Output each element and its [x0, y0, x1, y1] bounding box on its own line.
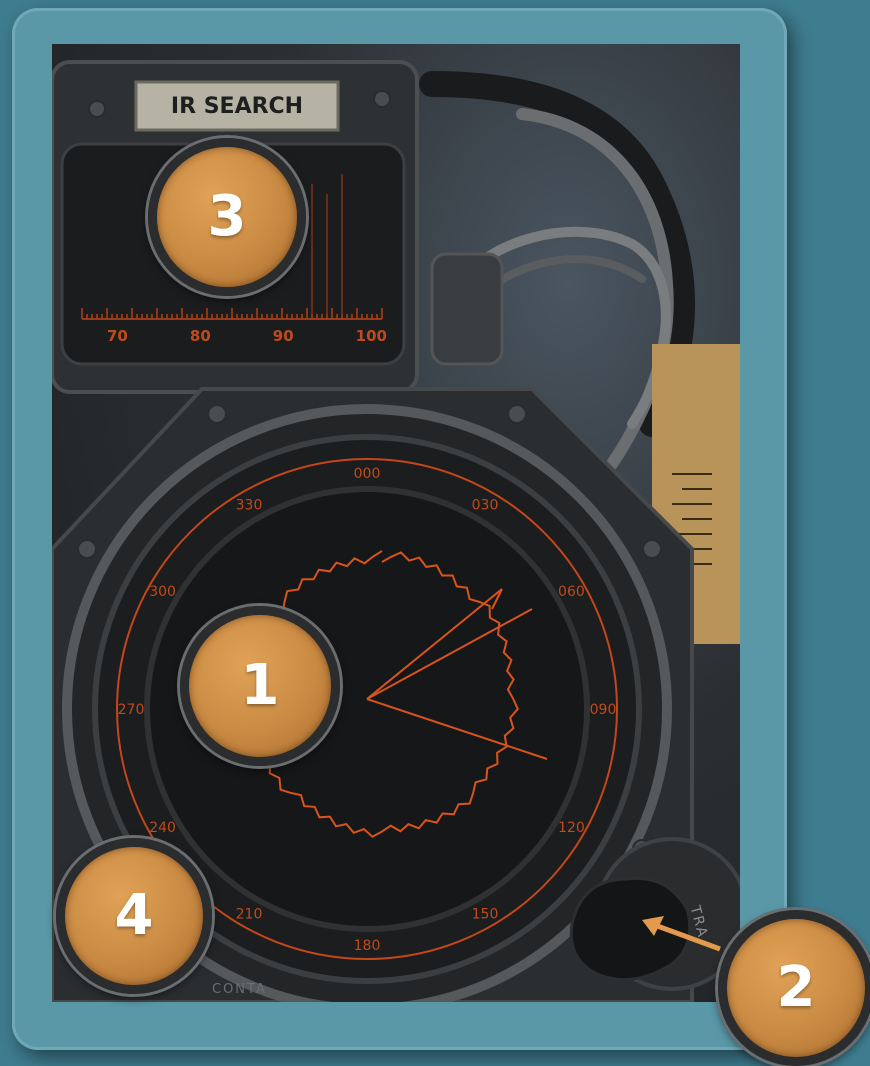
- marker-2[interactable]: 2: [718, 910, 870, 1066]
- dial-label-330: 330: [236, 498, 263, 514]
- marker-4-number: 4: [114, 883, 154, 948]
- dial-label-000: 000: [354, 466, 381, 482]
- dial-label-300: 300: [149, 584, 176, 600]
- marker-3-number: 3: [207, 184, 247, 249]
- scale-labels: 70 80 90 100: [107, 327, 387, 345]
- cable-connector: [430, 252, 504, 366]
- dial-label-060: 060: [558, 584, 585, 600]
- marker-4[interactable]: 4: [56, 838, 212, 994]
- dial-label-240: 240: [149, 820, 176, 836]
- dial-label-180: 180: [354, 938, 381, 954]
- dial-label-090: 090: [590, 702, 617, 718]
- marker-1-number: 1: [240, 653, 280, 718]
- scale-label-100: 100: [355, 327, 387, 345]
- scale-label-80: 80: [189, 327, 211, 345]
- bottom-label: CONTA: [212, 982, 267, 997]
- dial-label-210: 210: [236, 906, 263, 922]
- dial-label-120: 120: [558, 820, 585, 836]
- dial-label-270: 270: [118, 702, 145, 718]
- dial-label-150: 150: [472, 906, 499, 922]
- scale-label-70: 70: [107, 327, 128, 345]
- marker-2-number: 2: [776, 955, 816, 1020]
- dial-label-030: 030: [472, 498, 499, 514]
- marker-1[interactable]: 1: [180, 606, 340, 766]
- plate-label: IR SEARCH: [170, 94, 304, 119]
- scale-label-90: 90: [272, 327, 294, 345]
- marker-3[interactable]: 3: [148, 138, 306, 296]
